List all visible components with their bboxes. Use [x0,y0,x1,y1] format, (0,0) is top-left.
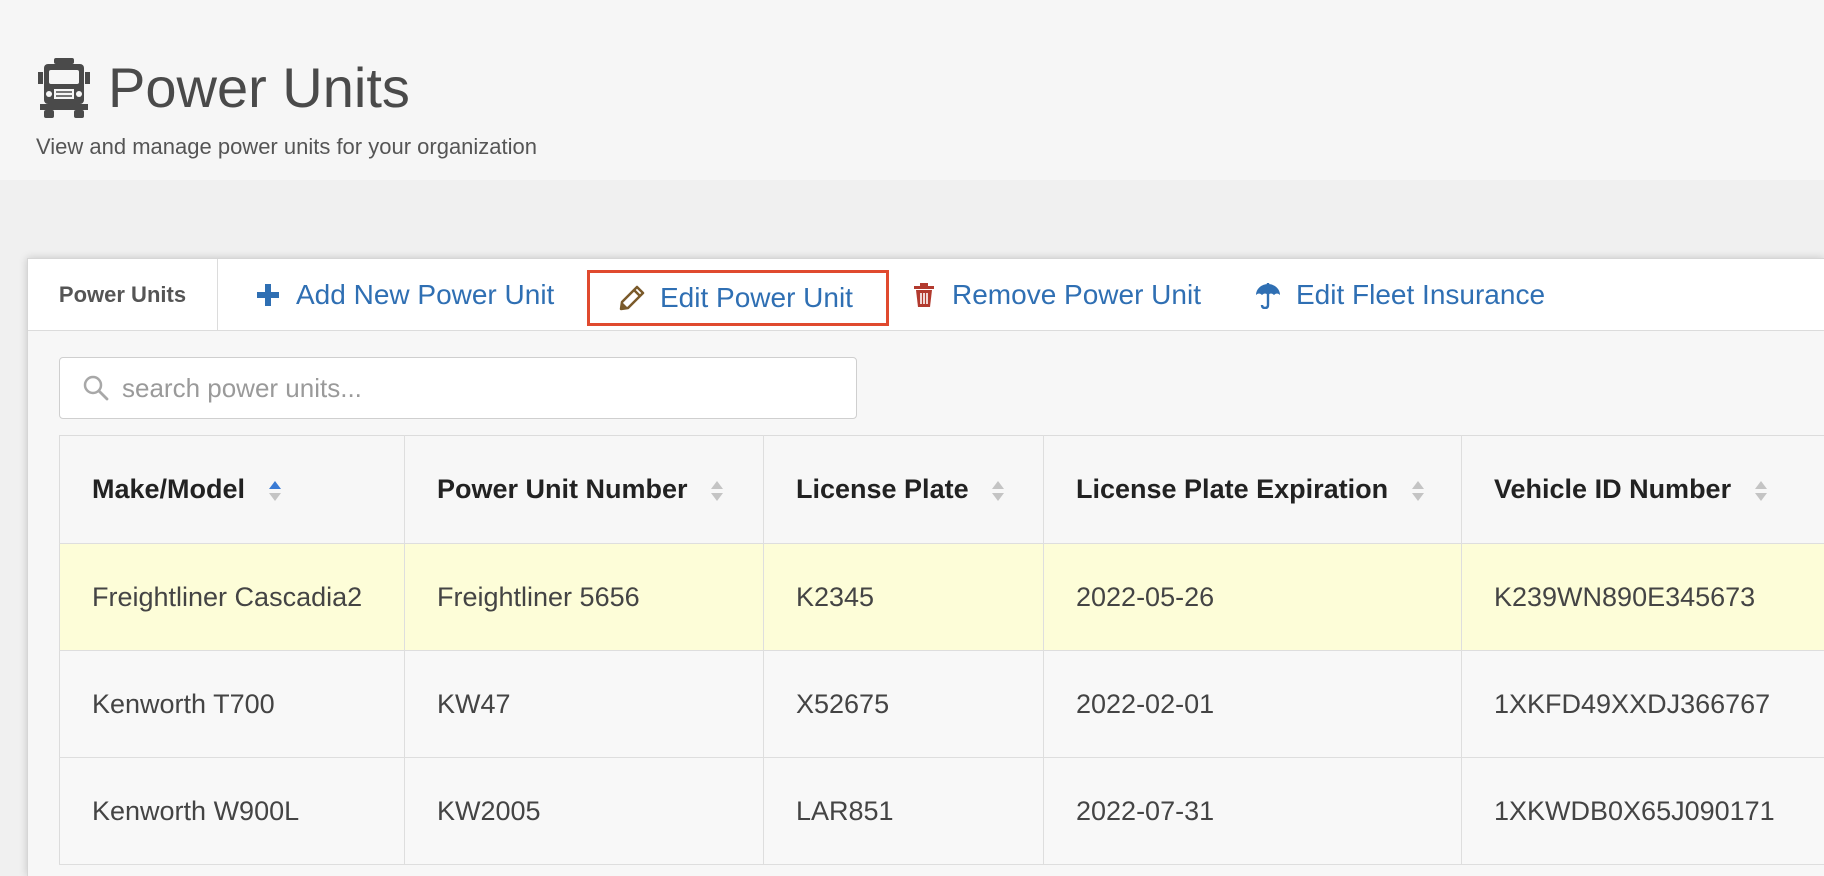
page-title: Power Units [108,56,410,119]
remove-power-unit-button[interactable]: Remove Power Unit [910,269,1201,321]
edit-fleet-insurance-label: Edit Fleet Insurance [1296,279,1546,310]
search-icon [83,375,109,401]
page-header: Power Units View and manage power units … [0,0,1824,180]
pencil-icon [619,285,645,311]
add-power-unit-label: Add New Power Unit [296,279,555,310]
column-label: Make/Model [92,474,246,504]
cell-vehicle-id-number: 1XKWDB0X65J090171 [1461,757,1824,865]
umbrella-icon [1256,283,1280,309]
plus-icon [257,284,279,306]
title-row: Power Units [38,56,410,120]
edit-power-unit-label: Edit Power Unit [660,282,853,313]
search-input[interactable] [120,371,820,405]
cell-power-unit-number: KW2005 [404,757,764,865]
truck-icon [38,58,90,118]
edit-power-unit-button[interactable]: Edit Power Unit [587,270,889,326]
cell-license-plate-expiration: 2022-05-26 [1043,543,1462,651]
cell-license-plate-expiration: 2022-02-01 [1043,650,1462,758]
cell-vehicle-id-number: 1XKFD49XXDJ366767 [1461,650,1824,758]
column-header-make-model[interactable]: Make/Model [59,435,405,544]
cell-license-plate: K2345 [763,543,1044,651]
edit-fleet-insurance-button[interactable]: Edit Fleet Insurance [1254,269,1545,321]
sort-icon[interactable] [1410,477,1426,505]
column-header-vehicle-id-number[interactable]: Vehicle ID Number [1461,435,1824,544]
column-header-license-plate[interactable]: License Plate [763,435,1044,544]
toolbar-heading: Power Units [28,259,218,331]
column-label: Power Unit Number [437,474,688,504]
cell-license-plate-expiration: 2022-07-31 [1043,757,1462,865]
sort-icon[interactable] [990,477,1006,505]
cell-power-unit-number: Freightliner 5656 [404,543,764,651]
sort-icon[interactable] [1753,477,1769,505]
trash-icon [914,283,934,307]
cell-license-plate: LAR851 [763,757,1044,865]
table-row[interactable]: Freightliner Cascadia2 Freightliner 5656… [59,543,1824,651]
power-units-table: Make/Model Power Unit Number License Pla… [59,435,1824,865]
table-row[interactable]: Kenworth T700 KW47 X52675 2022-02-01 1XK… [59,650,1824,758]
column-label: License Plate Expiration [1076,474,1389,504]
cell-power-unit-number: KW47 [404,650,764,758]
sort-ascending-icon[interactable] [267,477,283,505]
column-label: Vehicle ID Number [1494,474,1732,504]
remove-power-unit-label: Remove Power Unit [952,279,1201,310]
search-box [59,357,857,419]
page-subtitle: View and manage power units for your org… [36,134,538,159]
sort-icon[interactable] [709,477,725,505]
toolbar: Power Units Add New Power Unit Edit Powe… [28,259,1824,331]
power-units-panel: Power Units Add New Power Unit Edit Powe… [27,258,1824,876]
cell-make-model: Kenworth T700 [59,650,405,758]
table-row[interactable]: Kenworth W900L KW2005 LAR851 2022-07-31 … [59,757,1824,865]
column-header-license-plate-expiration[interactable]: License Plate Expiration [1043,435,1462,544]
cell-license-plate: X52675 [763,650,1044,758]
column-header-power-unit-number[interactable]: Power Unit Number [404,435,764,544]
cell-vehicle-id-number: K239WN890E345673 [1461,543,1824,651]
table-header-row: Make/Model Power Unit Number License Pla… [59,435,1824,544]
cell-make-model: Kenworth W900L [59,757,405,865]
cell-make-model: Freightliner Cascadia2 [59,543,405,651]
add-power-unit-button[interactable]: Add New Power Unit [254,269,554,321]
column-label: License Plate [796,474,969,504]
